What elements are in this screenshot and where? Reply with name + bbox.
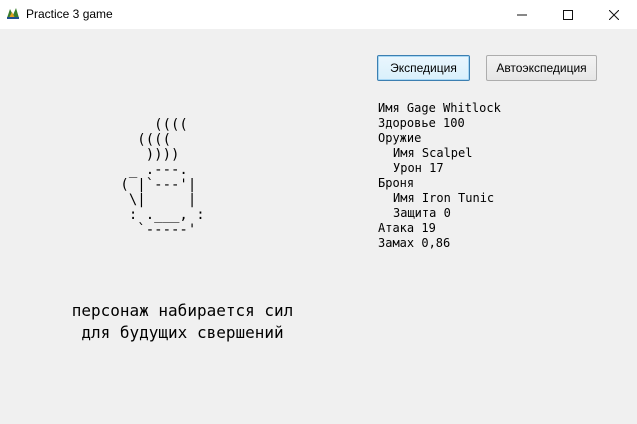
minimize-icon — [517, 14, 527, 15]
status-caption: персонаж набирается сил для будущих свер… — [40, 300, 325, 344]
caption-line-1: персонаж набирается сил — [71, 301, 294, 320]
minimize-button[interactable] — [499, 0, 545, 29]
maximize-icon — [563, 9, 573, 20]
character-stats: Имя Gage Whitlock Здоровье 100 Оружие Им… — [378, 101, 501, 251]
weapon-name: Имя Scalpel — [393, 146, 473, 160]
close-button[interactable] — [591, 0, 637, 29]
caption-line-2: для будущих свершений — [81, 323, 284, 342]
armor-header: Броня — [378, 176, 415, 190]
expedition-button[interactable]: Экспедиция — [377, 55, 470, 81]
game-panel: Экспедиция Автоэкспедиция (((( (((( ))))… — [0, 29, 637, 424]
window-title: Practice 3 game — [26, 7, 113, 21]
weapon-header: Оружие — [378, 131, 422, 145]
armor-name: Имя Iron Tunic — [393, 191, 495, 205]
close-icon — [609, 9, 619, 20]
title-bar: Practice 3 game — [0, 0, 637, 29]
stat-swing: Замах 0,86 — [378, 236, 451, 250]
stat-health: Здоровье 100 — [378, 116, 465, 130]
weapon-damage: Урон 17 — [393, 161, 444, 175]
maximize-button[interactable] — [545, 0, 591, 29]
stat-name: Имя Gage Whitlock — [378, 101, 501, 115]
auto-expedition-button[interactable]: Автоэкспедиция — [486, 55, 597, 81]
stat-attack: Атака 19 — [378, 221, 436, 235]
armor-defense: Защита 0 — [393, 206, 451, 220]
app-icon — [7, 8, 19, 19]
character-ascii-art: (((( (((( )))) _ .---. ( |`---'| \| | : … — [120, 117, 205, 238]
